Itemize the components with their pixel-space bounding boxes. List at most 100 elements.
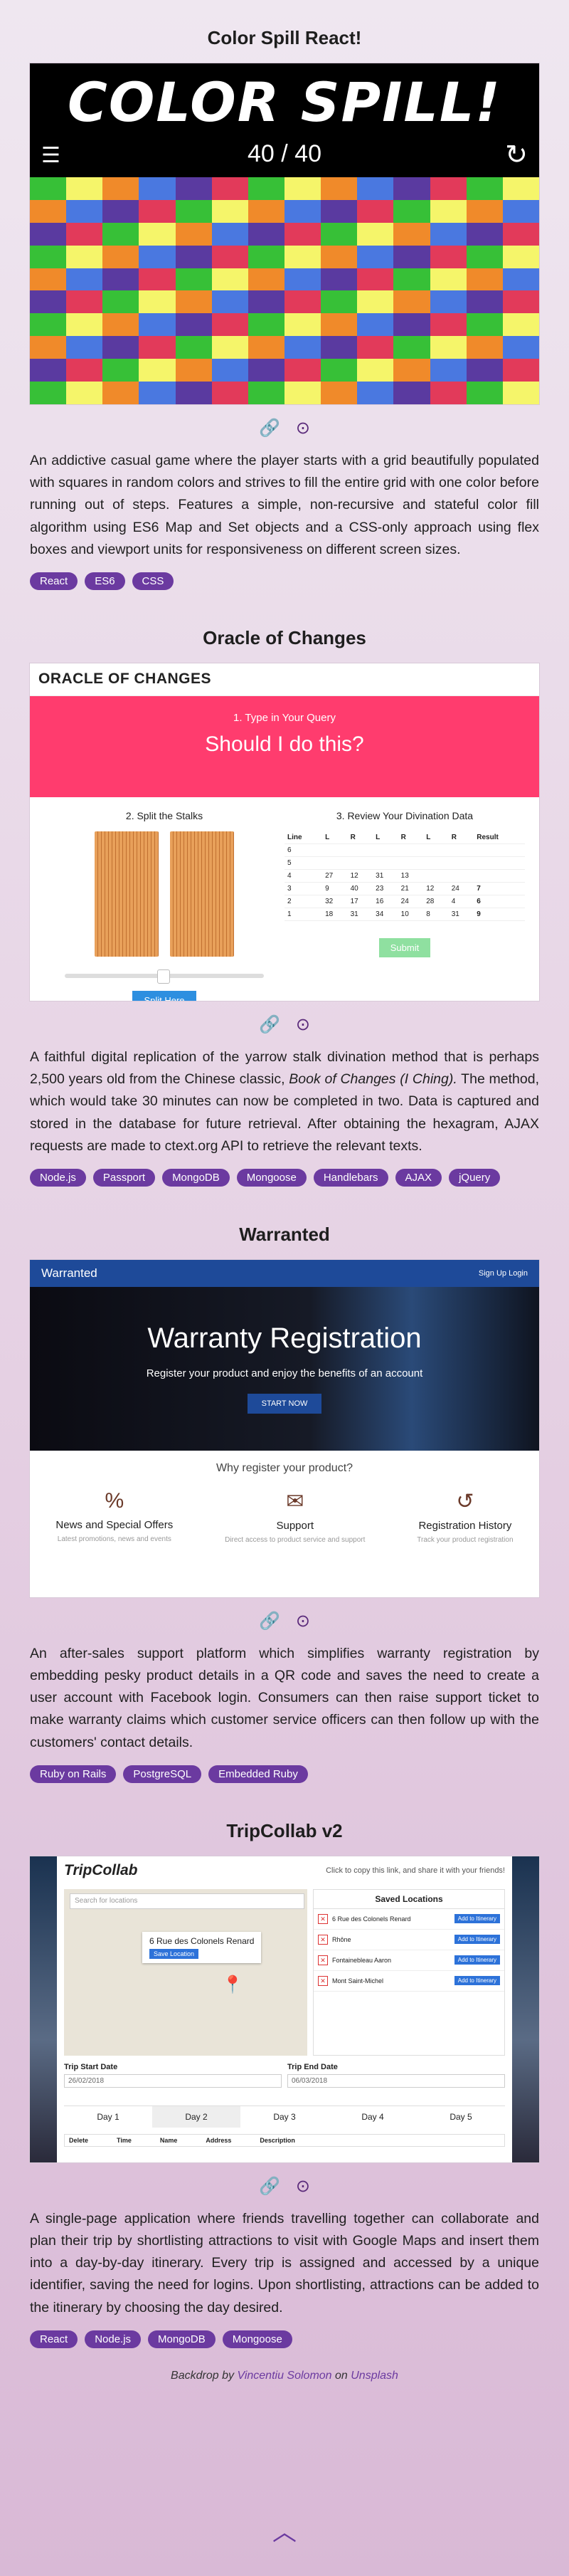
itinerary-table: Delete Time Name Address Description	[64, 2133, 505, 2147]
link-icon[interactable]: 🔗	[259, 1016, 280, 1034]
project-title: Oracle of Changes	[203, 626, 366, 648]
submit-button[interactable]: Submit	[378, 937, 431, 957]
project-screenshot[interactable]: TripCollab Click to copy this link, and …	[30, 1856, 539, 2162]
project-description: A single-page application where friends …	[30, 2210, 539, 2315]
project-screenshot[interactable]: COLOR SPILL! ☰ 40 / 40 ↻	[30, 63, 539, 404]
project-title: Color Spill React!	[207, 27, 362, 48]
grid-cell	[30, 382, 67, 404]
tab-day[interactable]: Day 4	[329, 2106, 417, 2128]
author-link[interactable]: Vincentiu Solomon	[237, 2370, 331, 2382]
start-date-input[interactable]: 26/02/2018	[64, 2073, 282, 2088]
grid-cell	[102, 268, 139, 291]
grid-cell	[211, 222, 248, 246]
table-row: 4 27 12 31 13	[284, 869, 525, 883]
map[interactable]: Search for locations 6 Rue des Colonels …	[64, 1888, 307, 2056]
grid-cell	[321, 245, 358, 268]
grid-cell	[102, 336, 139, 359]
link-icon[interactable]: 🔗	[259, 2177, 280, 2195]
add-itinerary-button[interactable]: Add to Itinerary	[454, 1955, 500, 1965]
grid-cell	[211, 199, 248, 223]
day-tabs: Day 1 Day 2 Day 3 Day 4 Day 5	[64, 2105, 505, 2128]
grid-cell	[284, 290, 321, 314]
stalk-bundle-left	[95, 831, 159, 957]
query-step: 1. Type in Your Query	[233, 711, 336, 724]
grid-cell	[211, 336, 248, 359]
delete-icon[interactable]: ✕	[318, 1934, 328, 1945]
grid-cell	[466, 359, 503, 382]
location-search[interactable]: Search for locations	[70, 1893, 304, 1909]
grid-cell	[284, 382, 321, 404]
table-row: 1 18 31 34 10 8 31 9	[284, 908, 525, 921]
grid-cell	[66, 313, 103, 337]
project-oracle: Oracle of Changes ORACLE OF CHANGES 1. T…	[30, 611, 539, 1187]
project-screenshot[interactable]: Warranted Sign Up Login Warranty Registr…	[30, 1259, 539, 1597]
add-itinerary-button[interactable]: Add to Itinerary	[454, 1914, 500, 1924]
grid-cell	[321, 290, 358, 314]
grid-cell	[139, 222, 176, 246]
grid-cell	[502, 268, 539, 291]
start-now-button[interactable]: START NOW	[247, 1393, 322, 1414]
add-itinerary-button[interactable]: Add to Itinerary	[454, 1935, 500, 1945]
grid-cell	[175, 382, 212, 404]
grid-cell	[393, 268, 430, 291]
saved-location: ✕ Fontainebleau Aaron Add to Itinerary	[314, 1950, 504, 1971]
table-cell: R	[448, 831, 474, 844]
feature: ↺ Registration History Track your produc…	[417, 1489, 513, 1544]
grid-cell	[430, 313, 467, 337]
github-icon[interactable]: ⊙	[296, 2177, 310, 2195]
table-cell: 1	[284, 908, 323, 921]
score: 40 / 40	[248, 140, 321, 167]
table-cell	[423, 856, 449, 870]
grid-cell	[102, 199, 139, 223]
grid-cell	[430, 359, 467, 382]
table-cell: 18	[322, 908, 348, 921]
end-date-input[interactable]: 06/03/2018	[287, 2073, 505, 2088]
table-row: 2 32 17 16 24 28 4 6	[284, 895, 525, 908]
grid-cell	[175, 336, 212, 359]
delete-icon[interactable]: ✕	[318, 1955, 328, 1965]
grid-cell	[211, 268, 248, 291]
save-location-button[interactable]: Save Location	[149, 1948, 199, 1959]
table-cell: 28	[423, 895, 449, 908]
grid-cell	[102, 382, 139, 404]
grid-cell	[248, 222, 284, 246]
grid-cell	[393, 290, 430, 314]
feature: ✉ Support Direct access to product servi…	[225, 1489, 365, 1544]
table-cell: 23	[373, 882, 398, 895]
table-cell	[474, 856, 525, 870]
warranted-navbar: Warranted Sign Up Login	[30, 1259, 539, 1287]
trip-dates: Trip Start Date 26/02/2018 Trip End Date 0…	[64, 2063, 505, 2088]
grid-cell	[321, 382, 358, 404]
grid-cell	[248, 199, 284, 223]
grid-cell	[248, 382, 284, 404]
grid-cell	[284, 336, 321, 359]
location-name: 6 Rue des Colonels Renard	[332, 1915, 411, 1923]
back-to-top-icon[interactable]: ︿	[0, 2513, 569, 2548]
grid-cell	[430, 245, 467, 268]
grid-cell	[139, 359, 176, 382]
tab-day[interactable]: Day 5	[417, 2106, 505, 2128]
project-screenshot[interactable]: ORACLE OF CHANGES 1. Type in Your Query …	[30, 663, 539, 1001]
delete-icon[interactable]: ✕	[318, 1975, 328, 1986]
github-icon[interactable]: ⊙	[296, 420, 310, 437]
grid-cell	[357, 199, 394, 223]
split-button[interactable]: Split Here	[132, 990, 196, 1001]
tab-day[interactable]: Day 3	[240, 2106, 329, 2128]
github-icon[interactable]: ⊙	[296, 1612, 310, 1630]
grid-cell	[430, 177, 467, 200]
link-icon[interactable]: 🔗	[259, 420, 280, 437]
delete-icon[interactable]: ✕	[318, 1913, 328, 1924]
grid-cell	[102, 177, 139, 200]
add-itinerary-button[interactable]: Add to Itinerary	[454, 1976, 500, 1986]
table-cell	[423, 869, 449, 883]
percent-icon: %	[105, 1488, 124, 1513]
link-icon[interactable]: 🔗	[259, 1612, 280, 1630]
tab-day[interactable]: Day 1	[64, 2106, 152, 2128]
github-icon[interactable]: ⊙	[296, 1016, 310, 1034]
location-name: Fontainebleau Aaron	[332, 1956, 392, 1964]
tab-day[interactable]: Day 2	[152, 2106, 240, 2128]
unsplash-link[interactable]: Unsplash	[351, 2370, 398, 2382]
split-slider[interactable]	[65, 969, 264, 984]
project-description: A faithful digital replication of the ya…	[30, 1046, 539, 1157]
table-cell: 31	[373, 869, 398, 883]
